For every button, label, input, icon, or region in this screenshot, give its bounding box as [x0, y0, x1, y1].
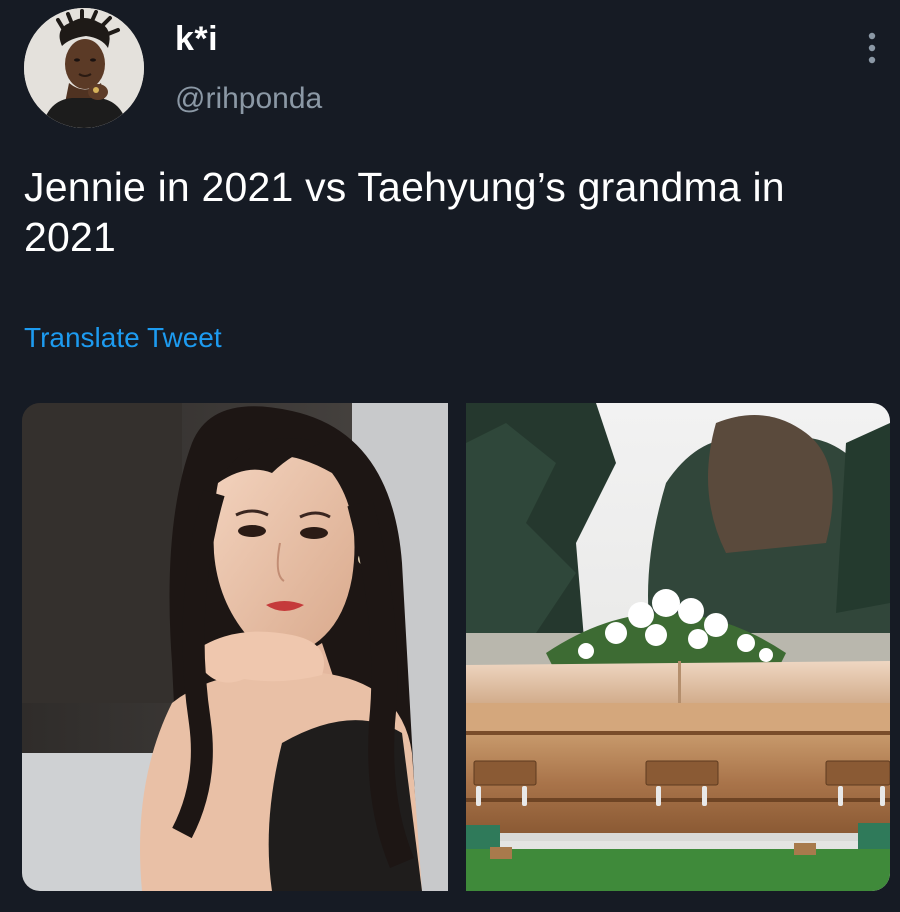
avatar-photo	[24, 8, 144, 128]
more-options-button[interactable]	[852, 18, 892, 78]
portrait-image	[22, 403, 448, 891]
translate-tweet-link[interactable]: Translate Tweet	[24, 322, 222, 354]
casket-image	[466, 403, 890, 891]
media-grid	[22, 403, 890, 891]
media-photo-portrait[interactable]	[22, 403, 448, 891]
user-handle[interactable]: @rihponda	[175, 82, 322, 116]
tweet-text: Jennie in 2021 vs Taehyung’s grandma in …	[24, 164, 785, 260]
avatar[interactable]	[24, 8, 144, 128]
tweet: k*i @rihponda Jennie in 2021 vs Taehyung…	[0, 0, 900, 912]
display-name[interactable]: k*i	[175, 20, 218, 59]
media-photo-casket[interactable]	[466, 403, 890, 891]
more-vertical-icon	[868, 32, 876, 64]
